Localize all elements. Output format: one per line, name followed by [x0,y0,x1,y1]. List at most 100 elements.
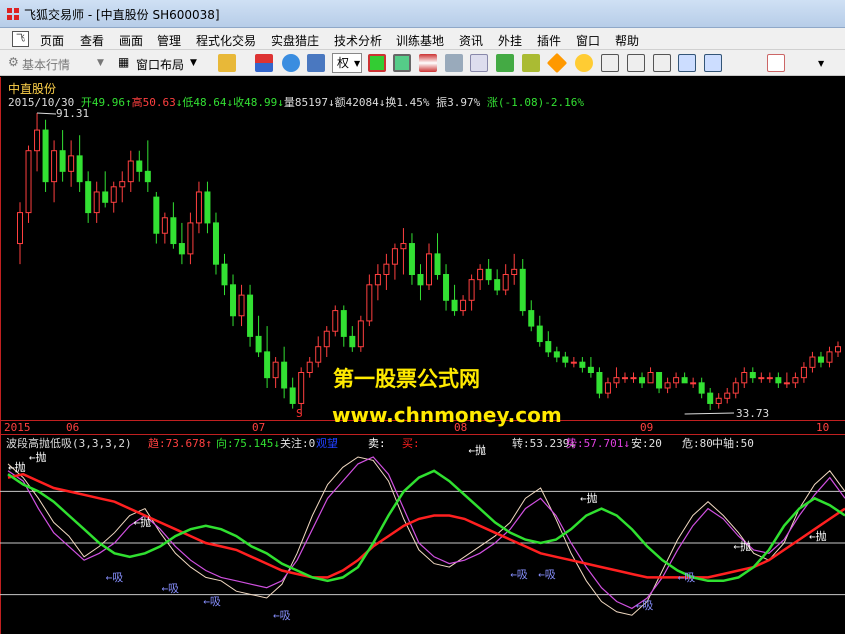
candle-body [255,335,262,353]
copy-icon[interactable] [445,54,463,72]
chart-window-icon[interactable] [653,54,671,72]
warning-icon[interactable] [546,52,568,74]
grid-icon[interactable] [601,54,619,72]
window-layout-button[interactable]: 窗口布局 [136,56,184,73]
menu-news[interactable]: 资讯 [459,32,483,49]
zoom-icon[interactable] [307,54,325,72]
candle-body [596,372,603,394]
candle-body [732,382,739,394]
menu-screen[interactable]: 画面 [119,32,143,49]
candle-body [281,361,288,389]
candle-body [340,310,347,337]
candle-body [315,346,322,363]
menu-live-trading[interactable]: 实盘猎庄 [271,32,319,49]
document-icon[interactable] [470,54,488,72]
candle-body [519,268,526,312]
basic-quote-button[interactable]: 基本行情 [22,56,70,73]
candle-body [434,253,441,275]
menu-training[interactable]: 训练基地 [396,32,444,49]
candle-body [826,351,833,363]
candle-body [178,243,185,255]
layout-dropdown-icon[interactable]: ▼ [190,58,197,68]
draw-tool-icon[interactable] [767,54,785,72]
candle-body [707,392,714,404]
formula-icon[interactable] [368,54,386,72]
note-icon[interactable] [522,54,540,72]
candle-body [204,191,211,224]
watermark-url: www.chnmoney.com [332,403,562,427]
indicator-value-8: 安:20 [631,437,662,450]
candle-body [698,382,705,394]
menu-window[interactable]: 窗口 [576,32,600,49]
indicator-icon[interactable] [255,54,273,72]
menu-page[interactable]: 页面 [40,32,64,49]
open-value: 49.96 [91,96,125,109]
app-menu-icon[interactable]: 飞 [12,31,29,47]
candle-body [621,377,628,380]
stock-select-icon[interactable] [393,54,411,72]
buy-signal-label: ←吸 [538,567,556,581]
indicator-value-2: 关注:0 [280,437,316,450]
oscillator-white-line [7,456,845,616]
down-arrow-icon: ↓ [327,96,335,109]
candle-body [374,273,381,286]
candle-body [247,294,254,337]
min-price-label: 33.73 [736,407,770,420]
indicator-name[interactable]: 波段高抛低吸(3,3,3,2) [6,437,132,450]
menu-help[interactable]: 帮助 [615,32,639,49]
menu-view[interactable]: 查看 [80,32,104,49]
table-icon[interactable] [627,54,645,72]
candle-body [477,268,484,281]
candle-body [800,366,807,379]
candle-body [332,310,339,332]
app-logo-icon [7,8,19,20]
list-icon[interactable] [419,54,437,72]
move-icon[interactable] [282,54,300,72]
chart-area[interactable]: 中直股份 2015/10/30 开49.96↑高50.63↓低48.64↓收48… [0,77,845,634]
candle-body [417,273,424,286]
down-arrow-icon: ↓ [277,96,284,109]
candle-body [357,320,364,348]
candle-body [400,243,407,250]
candle-body [136,160,143,172]
date-axis-oct: 10 [816,421,830,434]
basic-quote-dropdown-icon[interactable]: ▼ [97,58,104,68]
candle-body [59,150,66,172]
menu-plugin-external[interactable]: 外挂 [498,32,522,49]
date-axis-jul: 07 [252,421,266,434]
rights-dropdown-icon[interactable]: ▼ [354,59,360,68]
indicator-header: 波段高抛低吸(3,3,3,2) 趋:73.678↑ 向:75.145↓ 关注:0 观望… [6,435,754,451]
buy-signal-label: ←吸 [635,598,654,612]
candle-body [212,222,219,265]
candle-body [766,377,773,380]
candle-body [460,299,467,312]
indicator-value-9: 危:80 [682,437,713,450]
line-tool-dropdown-icon[interactable]: ▼ [818,59,824,68]
sell-signal-label: ←抛 [28,451,47,464]
line-tool-icon[interactable] [795,54,813,72]
open-folder-icon[interactable] [218,54,236,72]
money-icon[interactable] [496,54,514,72]
candle-body [587,366,594,374]
indicator-value-3: 观望 [316,437,338,450]
candle-body [468,279,475,301]
candle-body [34,129,41,152]
candle-body [93,191,100,214]
candle-body [187,222,194,255]
menu-technical-analysis[interactable]: 技术分析 [334,32,382,49]
menu-plugins[interactable]: 插件 [537,32,561,49]
menu-manage[interactable]: 管理 [157,32,181,49]
candle-body [289,387,296,404]
menu-program-trading[interactable]: 程式化交易 [196,32,256,49]
candle-body [741,372,748,384]
amplitude-label: 振 [436,96,448,109]
buy-signal-label: ←吸 [105,571,124,585]
candle-body [443,273,450,301]
candle-body [485,268,492,281]
oscillator-magenta-line [7,456,845,610]
settings-icon[interactable] [575,54,593,72]
line-chart-icon[interactable] [678,54,696,72]
sell-signal-label: ←抛 [468,444,486,458]
date-axis-year: 2015 [4,421,31,434]
split-chart-icon[interactable] [704,54,722,72]
